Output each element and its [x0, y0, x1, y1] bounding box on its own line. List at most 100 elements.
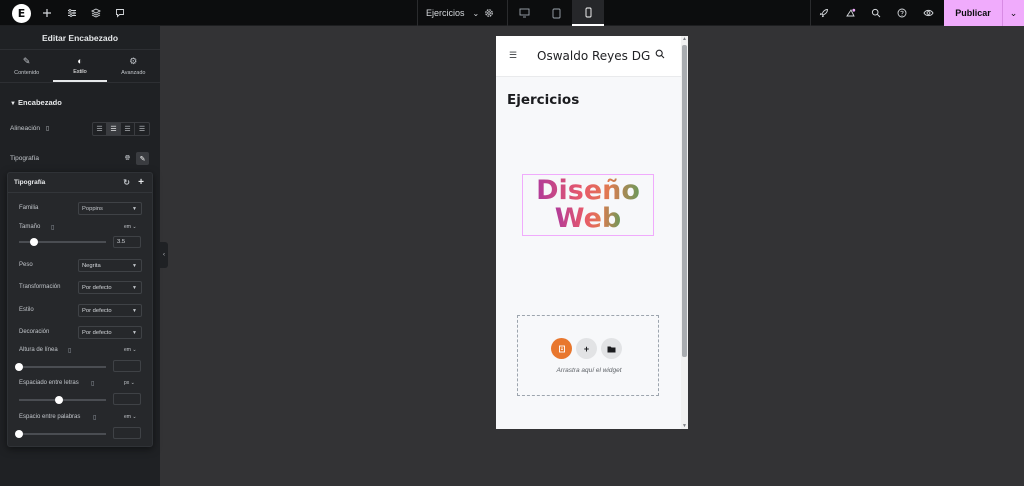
scroll-up-icon[interactable]: ▲ [681, 36, 688, 42]
chevron-down-icon: ▼ [132, 206, 137, 212]
word-spacing-input[interactable] [113, 427, 141, 439]
align-right-icon[interactable]: ☰ [121, 123, 135, 135]
scroll-down-icon[interactable]: ▼ [681, 423, 688, 429]
letter-spacing-slider-handle[interactable] [55, 396, 63, 404]
heading-line-2: Web [554, 203, 622, 234]
scrollbar-thumb[interactable] [682, 45, 687, 357]
responsive-mobile-icon[interactable]: ▯ [93, 414, 96, 421]
align-center-icon[interactable]: ☰ [107, 123, 121, 135]
chevron-down-icon: ▼ [132, 330, 137, 336]
tab-estilo[interactable]: ◐ Estilo [53, 50, 107, 82]
tablet-device-icon[interactable] [540, 0, 572, 26]
responsive-mobile-icon[interactable]: ▯ [68, 347, 71, 354]
add-element-icon[interactable] [38, 0, 56, 26]
typography-popover: Tipografía ↻ + Familia Poppins ▼ Tamaño … [7, 172, 153, 447]
help-icon[interactable] [889, 0, 915, 26]
widget-drop-zone[interactable]: + Arrastra aquí el widget [517, 315, 659, 396]
letter-spacing-unit: px [124, 380, 130, 386]
structure-layers-icon[interactable] [87, 0, 105, 26]
panel-title: Editar Encabezado [0, 26, 160, 50]
size-input[interactable]: 3.5 [113, 236, 141, 248]
comments-icon[interactable] [111, 0, 129, 26]
transform-select[interactable]: Por defecto ▼ [78, 281, 142, 294]
line-height-label: Altura de línea [19, 347, 58, 353]
letter-spacing-input[interactable] [113, 393, 141, 405]
tab-label: Contenido [14, 70, 40, 76]
mobile-preview: ☰ Oswaldo Reyes DG Ejercicios Diseño Web… [496, 36, 688, 429]
drop-zone-buttons: + [551, 338, 622, 359]
weight-select[interactable]: Negrita ▼ [78, 259, 142, 272]
section-encabezado[interactable]: ▼ Encabezado [10, 98, 62, 107]
size-label-text: Tamaño [19, 224, 41, 230]
line-height-unit: em [124, 347, 131, 353]
responsive-mobile-icon[interactable]: ▯ [51, 224, 54, 231]
edit-typography-icon[interactable]: ✎ [136, 152, 149, 165]
family-value: Poppins [82, 205, 103, 212]
publish-options-chevron-icon[interactable]: ⌄ [1002, 0, 1024, 26]
popover-title: Tipografía [14, 179, 46, 186]
letter-spacing-label: Espaciado entre letras [19, 380, 79, 386]
align-justify-icon[interactable]: ☰ [135, 123, 149, 135]
line-height-unit-select[interactable]: em ⌄ [124, 347, 137, 353]
align-left-icon[interactable]: ☰ [93, 123, 107, 135]
publish-button[interactable]: Publicar [944, 0, 1002, 26]
panel-tabs: ✎ Contenido ◐ Estilo ⚙ Avanzado [0, 50, 160, 83]
rocket-icon[interactable] [811, 0, 837, 26]
reset-icon[interactable]: ↻ [123, 178, 130, 187]
tab-avanzado[interactable]: ⚙ Avanzado [107, 50, 160, 82]
editor-root: E Ejercicios ⌄ Publicar ⌄ Editar Encabez… [0, 0, 1024, 486]
size-slider-handle[interactable] [30, 238, 38, 246]
section-label: Encabezado [18, 98, 62, 107]
drop-zone-text: Arrastra aquí el widget [556, 367, 622, 374]
size-slider[interactable] [19, 238, 106, 246]
preview-scrollbar[interactable]: ▲ ▼ [681, 36, 688, 429]
collapse-panel-chevron-icon[interactable]: ‹ [160, 242, 168, 268]
typography-controls: 🌐︎ ✎ [121, 152, 149, 165]
word-spacing-slider[interactable] [15, 430, 106, 438]
tab-contenido[interactable]: ✎ Contenido [0, 50, 53, 82]
site-title[interactable]: Oswaldo Reyes DG [537, 49, 650, 63]
letter-spacing-slider[interactable] [19, 396, 106, 404]
responsive-mobile-icon[interactable]: ▯ [46, 126, 49, 132]
add-global-icon[interactable]: + [138, 177, 144, 188]
line-height-slider-handle[interactable] [15, 363, 23, 371]
elementor-logo[interactable]: E [12, 4, 31, 23]
alignment-control: ☰ ☰ ☰ ☰ [92, 122, 150, 136]
site-settings-icon[interactable] [63, 0, 81, 26]
search-icon[interactable] [863, 0, 889, 26]
globe-icon[interactable]: 🌐︎ [121, 152, 134, 165]
word-spacing-slider-handle[interactable] [15, 430, 23, 438]
caret-down-icon: ▼ [10, 101, 16, 107]
pencil-icon: ✎ [22, 56, 31, 66]
letter-spacing-unit-select[interactable]: px ⌄ [124, 380, 135, 386]
add-section-icon[interactable] [551, 338, 572, 359]
word-spacing-unit-select[interactable]: em ⌄ [124, 414, 137, 420]
site-header: ☰ Oswaldo Reyes DG [496, 36, 681, 77]
selected-heading-widget[interactable]: Diseño Web [522, 174, 654, 236]
style-label: Estilo [19, 307, 34, 313]
style-select[interactable]: Por defecto ▼ [78, 304, 142, 317]
notifications-icon[interactable] [837, 0, 863, 26]
popover-header: Tipografía ↻ + [8, 173, 152, 193]
word-spacing-unit: em [124, 414, 131, 420]
hamburger-menu-icon[interactable]: ☰ [509, 50, 517, 61]
top-bar: E Ejercicios ⌄ Publicar ⌄ [0, 0, 1024, 26]
weight-value: Negrita [82, 262, 101, 269]
word-spacing-label: Espacio entre palabras [19, 414, 81, 420]
template-folder-icon[interactable] [601, 338, 622, 359]
page-settings-icon[interactable] [478, 0, 500, 26]
line-height-input[interactable] [113, 360, 141, 372]
add-widget-plus-icon[interactable]: + [576, 338, 597, 359]
device-switcher [508, 0, 604, 26]
mobile-device-icon[interactable] [572, 0, 604, 26]
chevron-down-icon: ▼ [132, 308, 137, 314]
desktop-device-icon[interactable] [508, 0, 540, 26]
family-select[interactable]: Poppins ▼ [78, 202, 142, 215]
line-height-slider[interactable] [15, 363, 106, 371]
decoration-value: Por defecto [82, 329, 112, 336]
preview-eye-icon[interactable] [915, 0, 941, 26]
size-unit-select[interactable]: em ⌄ [124, 224, 137, 230]
responsive-mobile-icon[interactable]: ▯ [91, 380, 94, 387]
decoration-select[interactable]: Por defecto ▼ [78, 326, 142, 339]
search-icon[interactable] [655, 49, 665, 62]
